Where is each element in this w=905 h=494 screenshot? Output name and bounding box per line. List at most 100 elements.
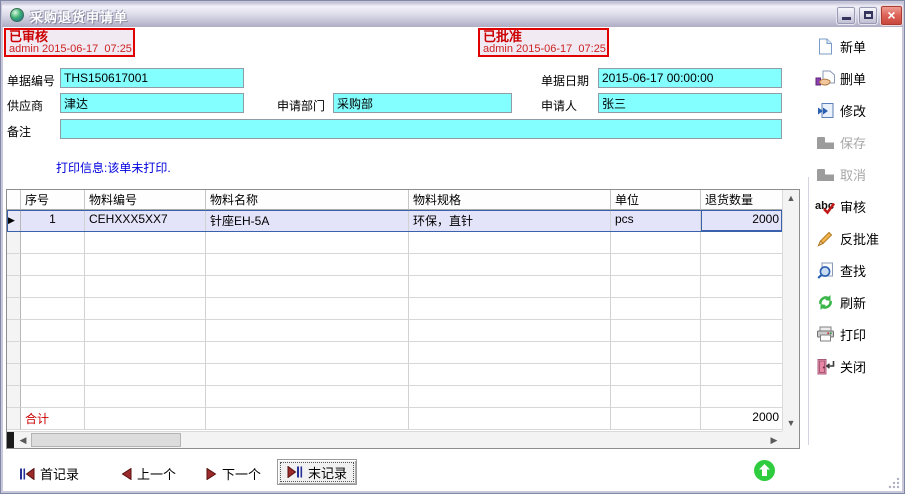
items-grid: 序号 物料编号 物料名称 物料规格 单位 退货数量 ▶ 1 CEHXXX5XX7… — [6, 189, 800, 449]
window-content: 已审核 admin 2015-06-17 07:25 已批准 admin 201… — [3, 27, 902, 491]
cell-unit[interactable]: pcs — [611, 210, 701, 232]
doc-date-input[interactable] — [598, 68, 782, 88]
scroll-right-icon[interactable]: ▶ — [766, 432, 782, 448]
cell-spec[interactable]: 环保，直针 — [409, 210, 611, 232]
close-button[interactable]: × — [880, 5, 903, 26]
grid-row-empty[interactable] — [7, 276, 782, 298]
modify-icon — [815, 101, 836, 119]
first-record-button[interactable]: 首记录 — [19, 464, 79, 483]
current-row-marker-icon: ▶ — [8, 215, 15, 225]
print-info-text: 打印信息:该单未打印. — [56, 159, 171, 176]
grid-total-row: 合计 2000 — [7, 408, 782, 430]
first-record-label: 首记录 — [40, 464, 79, 483]
applicant-input[interactable] — [598, 93, 782, 113]
vertical-scrollbar[interactable]: ▲ ▼ — [782, 190, 799, 431]
minimize-icon — [842, 17, 851, 20]
new-doc-icon — [815, 37, 836, 55]
doc-no-input[interactable] — [60, 68, 244, 88]
print-icon — [815, 325, 836, 343]
app-window: 采购退货申请单 × 已审核 admin 2015-06-17 07:25 已批准… — [0, 0, 905, 494]
grid-body: 序号 物料编号 物料名称 物料规格 单位 退货数量 ▶ 1 CEHXXX5XX7… — [7, 190, 782, 431]
approve-status-text: 已批准 — [483, 30, 604, 44]
column-header-qty[interactable]: 退货数量 — [701, 190, 782, 210]
refresh-label: 刷新 — [840, 293, 866, 312]
supplier-input[interactable] — [60, 93, 244, 113]
last-record-icon — [287, 466, 303, 478]
column-header-code[interactable]: 物料编号 — [85, 190, 206, 210]
next-record-button[interactable]: 下一个 — [206, 464, 261, 483]
delete-doc-button[interactable]: 删单 — [815, 67, 905, 89]
department-input[interactable] — [333, 93, 512, 113]
green-status-icon — [753, 459, 776, 482]
remarks-label: 备注 — [7, 123, 31, 140]
grid-header-row: 序号 物料编号 物料名称 物料规格 单位 退货数量 — [7, 190, 782, 210]
column-header-name[interactable]: 物料名称 — [206, 190, 409, 210]
resize-grip[interactable] — [887, 476, 900, 489]
unapprove-button[interactable]: 反批准 — [815, 227, 905, 249]
grid-row-selected[interactable]: ▶ 1 CEHXXX5XX7 针座EH-5A 环保，直针 pcs 2000 — [7, 210, 782, 232]
last-record-button[interactable]: 末记录 — [277, 459, 357, 485]
audit-stamp: 已审核 admin 2015-06-17 07:25 — [4, 28, 135, 57]
grid-row-empty[interactable] — [7, 298, 782, 320]
audit-icon: abc — [815, 197, 836, 215]
grid-row-empty[interactable] — [7, 386, 782, 408]
modify-label: 修改 — [840, 101, 866, 120]
close-form-label: 关闭 — [840, 357, 866, 376]
column-header-spec[interactable]: 物料规格 — [409, 190, 611, 210]
unapprove-icon — [815, 229, 836, 247]
scroll-down-icon[interactable]: ▼ — [783, 415, 799, 431]
column-header-unit[interactable]: 单位 — [611, 190, 701, 210]
new-doc-button[interactable]: 新单 — [815, 35, 905, 57]
app-orb-icon — [10, 8, 24, 22]
audit-button[interactable]: abc 审核 — [815, 195, 905, 217]
grid-row-empty[interactable] — [7, 364, 782, 386]
save-icon — [815, 133, 836, 151]
department-label: 申请部门 — [277, 97, 325, 114]
grid-selector-header — [7, 190, 21, 210]
find-button[interactable]: 查找 — [815, 259, 905, 281]
applicant-label: 申请人 — [541, 97, 577, 114]
cancel-icon — [815, 165, 836, 183]
horizontal-scrollbar[interactable]: ◀ ▶ — [7, 431, 782, 448]
refresh-icon — [815, 293, 836, 311]
close-form-button[interactable]: 关闭 — [815, 355, 905, 377]
hscroll-thumb[interactable] — [31, 433, 181, 447]
panel-divider — [808, 177, 809, 445]
grid-row-empty[interactable] — [7, 254, 782, 276]
cancel-button: 取消 — [815, 163, 905, 185]
prev-record-icon — [121, 468, 132, 480]
scroll-left-icon[interactable]: ◀ — [15, 432, 31, 448]
audit-status-text: 已审核 — [9, 30, 130, 44]
audit-detail-text: admin 2015-06-17 07:25 — [9, 44, 130, 55]
column-header-seq[interactable]: 序号 — [21, 190, 85, 210]
save-label: 保存 — [840, 133, 866, 152]
find-icon — [815, 261, 836, 279]
cell-code[interactable]: CEHXXX5XX7 — [85, 210, 206, 232]
grid-row-empty[interactable] — [7, 342, 782, 364]
print-button[interactable]: 打印 — [815, 323, 905, 345]
audit-label: 审核 — [840, 197, 866, 216]
grid-row-empty[interactable] — [7, 320, 782, 342]
prev-record-button[interactable]: 上一个 — [121, 464, 176, 483]
modify-button[interactable]: 修改 — [815, 99, 905, 121]
supplier-label: 供应商 — [7, 97, 43, 114]
next-record-icon — [206, 468, 217, 480]
remarks-input[interactable] — [60, 119, 782, 139]
cell-qty[interactable]: 2000 — [701, 210, 782, 232]
cell-seq[interactable]: 1 — [21, 210, 85, 232]
grid-row-empty[interactable] — [7, 232, 782, 254]
title-bar[interactable]: 采购退货申请单 × — [2, 2, 903, 27]
window-title: 采购退货申请单 — [30, 7, 128, 26]
maximize-button[interactable] — [858, 6, 878, 25]
refresh-button[interactable]: 刷新 — [815, 291, 905, 313]
maximize-icon — [864, 11, 873, 19]
approve-stamp: 已批准 admin 2015-06-17 07:25 — [478, 28, 609, 57]
close-form-icon — [815, 357, 836, 375]
last-record-label: 末记录 — [308, 463, 347, 482]
save-button: 保存 — [815, 131, 905, 153]
minimize-button[interactable] — [836, 6, 856, 25]
cell-name[interactable]: 针座EH-5A — [206, 210, 409, 232]
scroll-up-icon[interactable]: ▲ — [783, 190, 799, 206]
grid-corner-block — [7, 432, 14, 448]
approve-detail-text: admin 2015-06-17 07:25 — [483, 44, 604, 55]
